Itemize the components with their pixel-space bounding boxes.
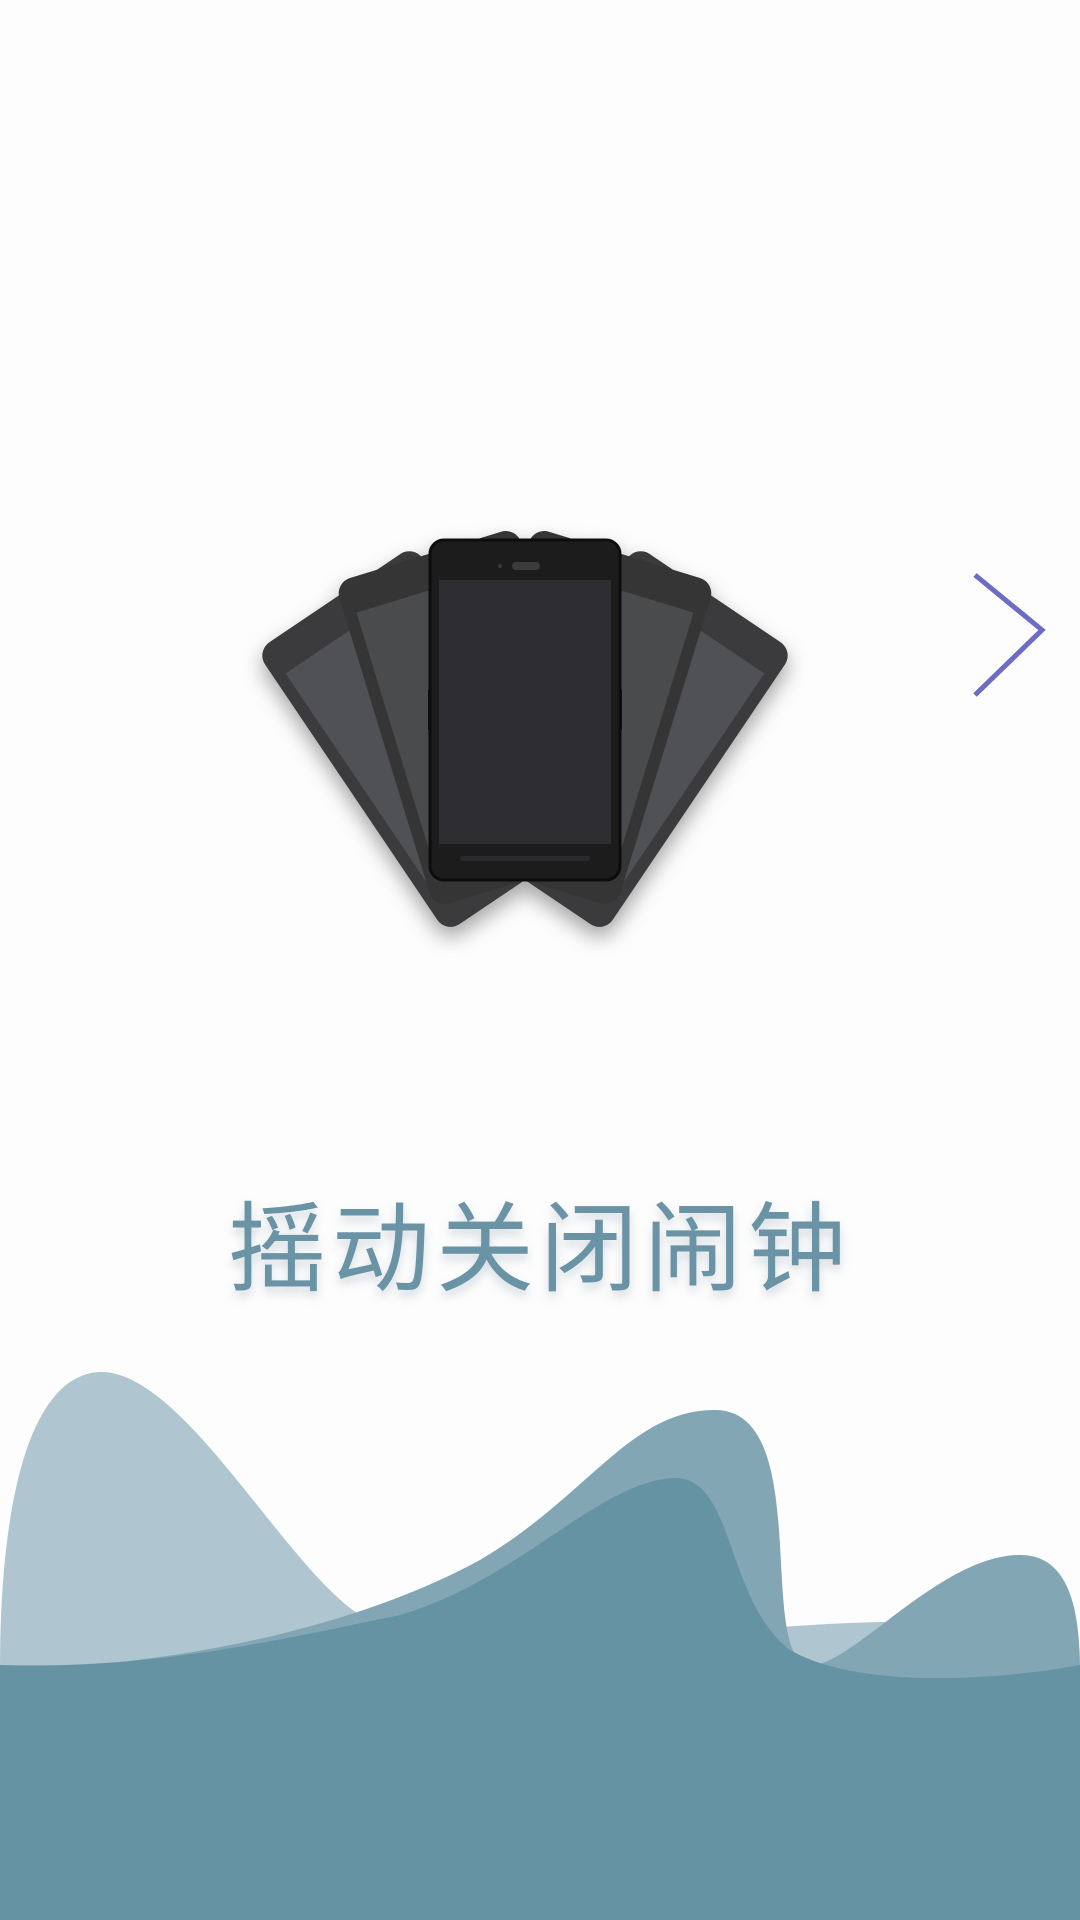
wave-decoration	[0, 1371, 1080, 1920]
onboarding-screen: 摇动关闭闹钟	[0, 0, 1080, 1920]
intro-caption: 摇动关闭闹钟	[227, 1193, 852, 1307]
phone-front	[428, 538, 622, 882]
chevron-right-icon[interactable]	[960, 565, 1050, 700]
